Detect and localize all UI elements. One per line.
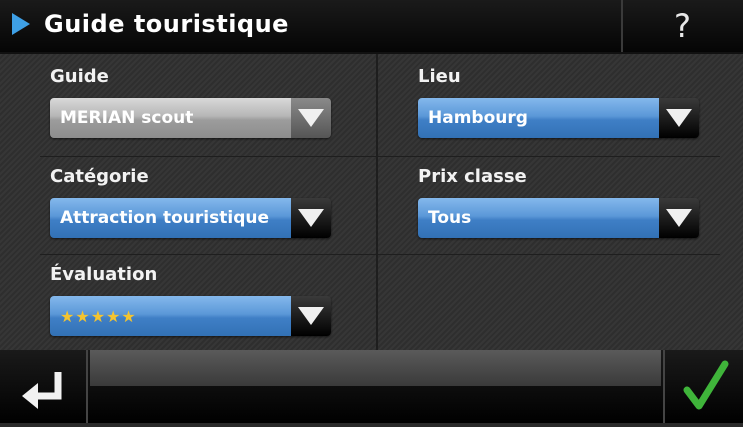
checkmark-icon xyxy=(683,360,729,410)
chevron-down-icon xyxy=(298,109,324,127)
back-button[interactable] xyxy=(0,350,86,423)
footer-separator xyxy=(86,350,88,423)
column-divider xyxy=(376,54,378,350)
bottom-bar xyxy=(0,350,743,423)
evaluation-dropdown-button[interactable] xyxy=(291,296,331,336)
evaluation-select[interactable]: ★★★★★ xyxy=(50,296,331,336)
play-arrow-icon xyxy=(12,13,30,35)
row-divider xyxy=(40,156,720,157)
settings-panel: Guide MERIAN scout Lieu Hambourg Catégor… xyxy=(0,54,743,350)
evaluation-label: Évaluation xyxy=(50,264,158,285)
chevron-down-icon xyxy=(666,209,692,227)
chevron-down-icon xyxy=(666,109,692,127)
title-bar: Guide touristique ? xyxy=(0,0,743,54)
guide-label: Guide xyxy=(50,66,109,87)
footer-center-strip xyxy=(90,350,661,386)
guide-dropdown-button[interactable] xyxy=(291,98,331,138)
prix-classe-label: Prix classe xyxy=(418,166,527,187)
help-button[interactable]: ? xyxy=(630,0,735,52)
lieu-label: Lieu xyxy=(418,66,461,87)
chevron-down-icon xyxy=(298,307,324,325)
return-arrow-icon xyxy=(22,372,62,409)
lieu-select[interactable]: Hambourg xyxy=(418,98,699,138)
prix-classe-dropdown-button[interactable] xyxy=(659,198,699,238)
confirm-button[interactable] xyxy=(665,350,743,423)
categorie-dropdown-button[interactable] xyxy=(291,198,331,238)
guide-select[interactable]: MERIAN scout xyxy=(50,98,331,138)
categorie-value: Attraction touristique xyxy=(50,198,291,238)
prix-classe-select[interactable]: Tous xyxy=(418,198,699,238)
row-divider xyxy=(40,254,720,255)
chevron-down-icon xyxy=(298,209,324,227)
categorie-select[interactable]: Attraction touristique xyxy=(50,198,331,238)
page-title: Guide touristique xyxy=(44,10,289,38)
lieu-value: Hambourg xyxy=(418,98,659,138)
prix-classe-value: Tous xyxy=(418,198,659,238)
lieu-dropdown-button[interactable] xyxy=(659,98,699,138)
categorie-label: Catégorie xyxy=(50,166,149,187)
rating-stars: ★★★★★ xyxy=(60,306,137,326)
title-separator xyxy=(621,0,623,52)
guide-value: MERIAN scout xyxy=(50,98,291,138)
evaluation-value: ★★★★★ xyxy=(50,296,291,336)
